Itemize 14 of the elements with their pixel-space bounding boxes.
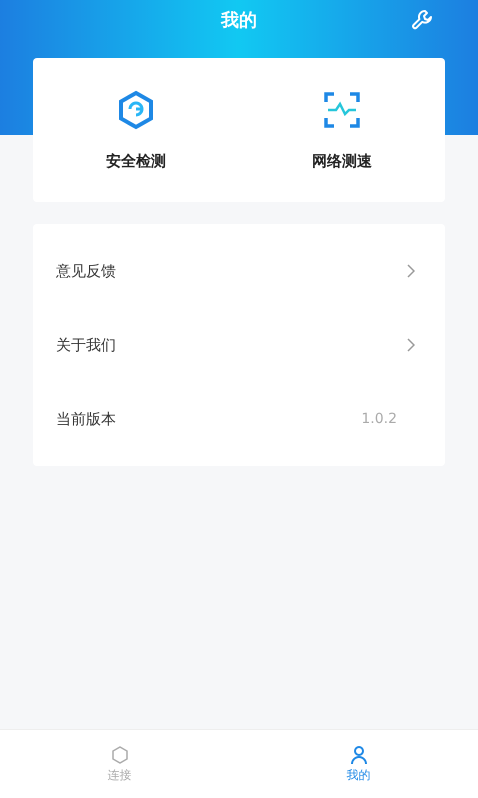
person-icon [348, 744, 368, 764]
menu-item[interactable]: 关于我们 [33, 308, 445, 382]
hexagon-icon [110, 744, 130, 764]
tool-button[interactable]: 网络测速 [239, 58, 445, 202]
wrench-icon[interactable] [410, 8, 434, 32]
menu-item[interactable]: 意见反馈 [33, 234, 445, 308]
chevron-right-icon [407, 338, 415, 352]
version-number: 1.0.2 [361, 411, 397, 427]
scan-wave-icon [322, 90, 362, 130]
hexagon-icon [116, 90, 156, 130]
chevron-right-icon [407, 264, 415, 278]
tool-button[interactable]: 安全检测 [33, 58, 239, 202]
page-title: 我的 [221, 9, 257, 32]
nav-tab[interactable]: 我的 [239, 730, 478, 798]
